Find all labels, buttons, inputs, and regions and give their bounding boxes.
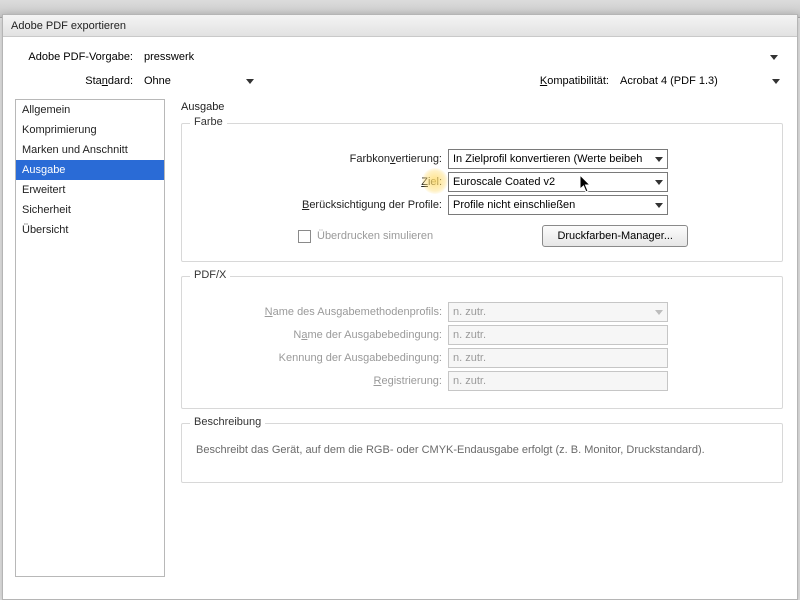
compat-dropdown[interactable]: Acrobat 4 (PDF 1.3) (615, 71, 785, 91)
chevron-down-icon (246, 79, 254, 84)
sidebar-item-allgemein[interactable]: Allgemein (16, 100, 164, 120)
conv-label: Farbkonvertierung: (192, 153, 442, 165)
overprint-label: Überdrucken simulieren (317, 230, 433, 242)
sidebar-item-erweitert[interactable]: Erweitert (16, 180, 164, 200)
ziel-label: Ziel: (192, 176, 442, 188)
pdfx-condname-field: n. zutr. (448, 325, 668, 345)
pdfx-condid-field: n. zutr. (448, 348, 668, 368)
sidebar-item-ausgabe[interactable]: Ausgabe (16, 160, 164, 180)
overprint-checkbox[interactable] (298, 230, 311, 243)
conv-value: In Zielprofil konvertieren (Werte beibeh (453, 153, 642, 165)
profile-label: Berücksichtigung der Profile: (192, 199, 442, 211)
group-pdfx: PDF/X Name des Ausgabemethodenprofils: n… (181, 276, 783, 409)
dialog-title: Adobe PDF exportieren (3, 15, 797, 37)
sidebar-item-uebersicht[interactable]: Übersicht (16, 220, 164, 240)
conv-dropdown[interactable]: In Zielprofil konvertieren (Werte beibeh (448, 149, 668, 169)
group-farbe: Farbe Farbkonvertierung: In Zielprofil k… (181, 123, 783, 262)
main-panel: Ausgabe Farbe Farbkonvertierung: In Ziel… (179, 99, 785, 577)
pdfx-outprofile-dropdown: n. zutr. (448, 302, 668, 322)
group-beschreibung: Beschreibung Beschreibt das Gerät, auf d… (181, 423, 783, 483)
standard-dropdown[interactable]: Ohne (139, 71, 259, 91)
ink-manager-button[interactable]: Druckfarben-Manager... (542, 225, 688, 247)
preset-value: presswerk (144, 51, 194, 63)
export-pdf-dialog: Adobe PDF exportieren Adobe PDF-Vorgabe:… (2, 14, 798, 600)
pdfx-registry-field: n. zutr. (448, 371, 668, 391)
ziel-value: Euroscale Coated v2 (453, 176, 555, 188)
sidebar-item-sicherheit[interactable]: Sicherheit (16, 200, 164, 220)
chevron-down-icon (655, 203, 663, 208)
chevron-down-icon (772, 79, 780, 84)
group-farbe-legend: Farbe (190, 116, 227, 128)
preset-dropdown[interactable]: presswerk (139, 47, 783, 67)
standard-label: Standard: (15, 75, 133, 87)
chevron-down-icon (655, 180, 663, 185)
profile-dropdown[interactable]: Profile nicht einschließen (448, 195, 668, 215)
standard-value: Ohne (144, 75, 171, 87)
group-beschreibung-legend: Beschreibung (190, 416, 265, 428)
chevron-down-icon (770, 55, 778, 60)
chevron-down-icon (655, 157, 663, 162)
chevron-down-icon (655, 310, 663, 315)
ziel-dropdown[interactable]: Euroscale Coated v2 (448, 172, 668, 192)
pdfx-registry-label: Registrierung: (192, 375, 442, 387)
preset-label: Adobe PDF-Vorgabe: (15, 51, 133, 63)
profile-value: Profile nicht einschließen (453, 199, 575, 211)
compat-value: Acrobat 4 (PDF 1.3) (620, 75, 718, 87)
panel-title: Ausgabe (181, 101, 785, 113)
category-sidebar: Allgemein Komprimierung Marken und Ansch… (15, 99, 165, 577)
group-pdfx-legend: PDF/X (190, 269, 230, 281)
compat-label: Kompatibilität: (540, 75, 609, 87)
pdfx-condid-label: Kennung der Ausgabebedingung: (192, 352, 442, 364)
description-text: Beschreibt das Gerät, auf dem die RGB- o… (192, 442, 772, 458)
sidebar-item-marken[interactable]: Marken und Anschnitt (16, 140, 164, 160)
pdfx-condname-label: Name der Ausgabebedingung: (192, 329, 442, 341)
sidebar-item-komprimierung[interactable]: Komprimierung (16, 120, 164, 140)
pdfx-outprofile-label: Name des Ausgabemethodenprofils: (192, 306, 442, 318)
